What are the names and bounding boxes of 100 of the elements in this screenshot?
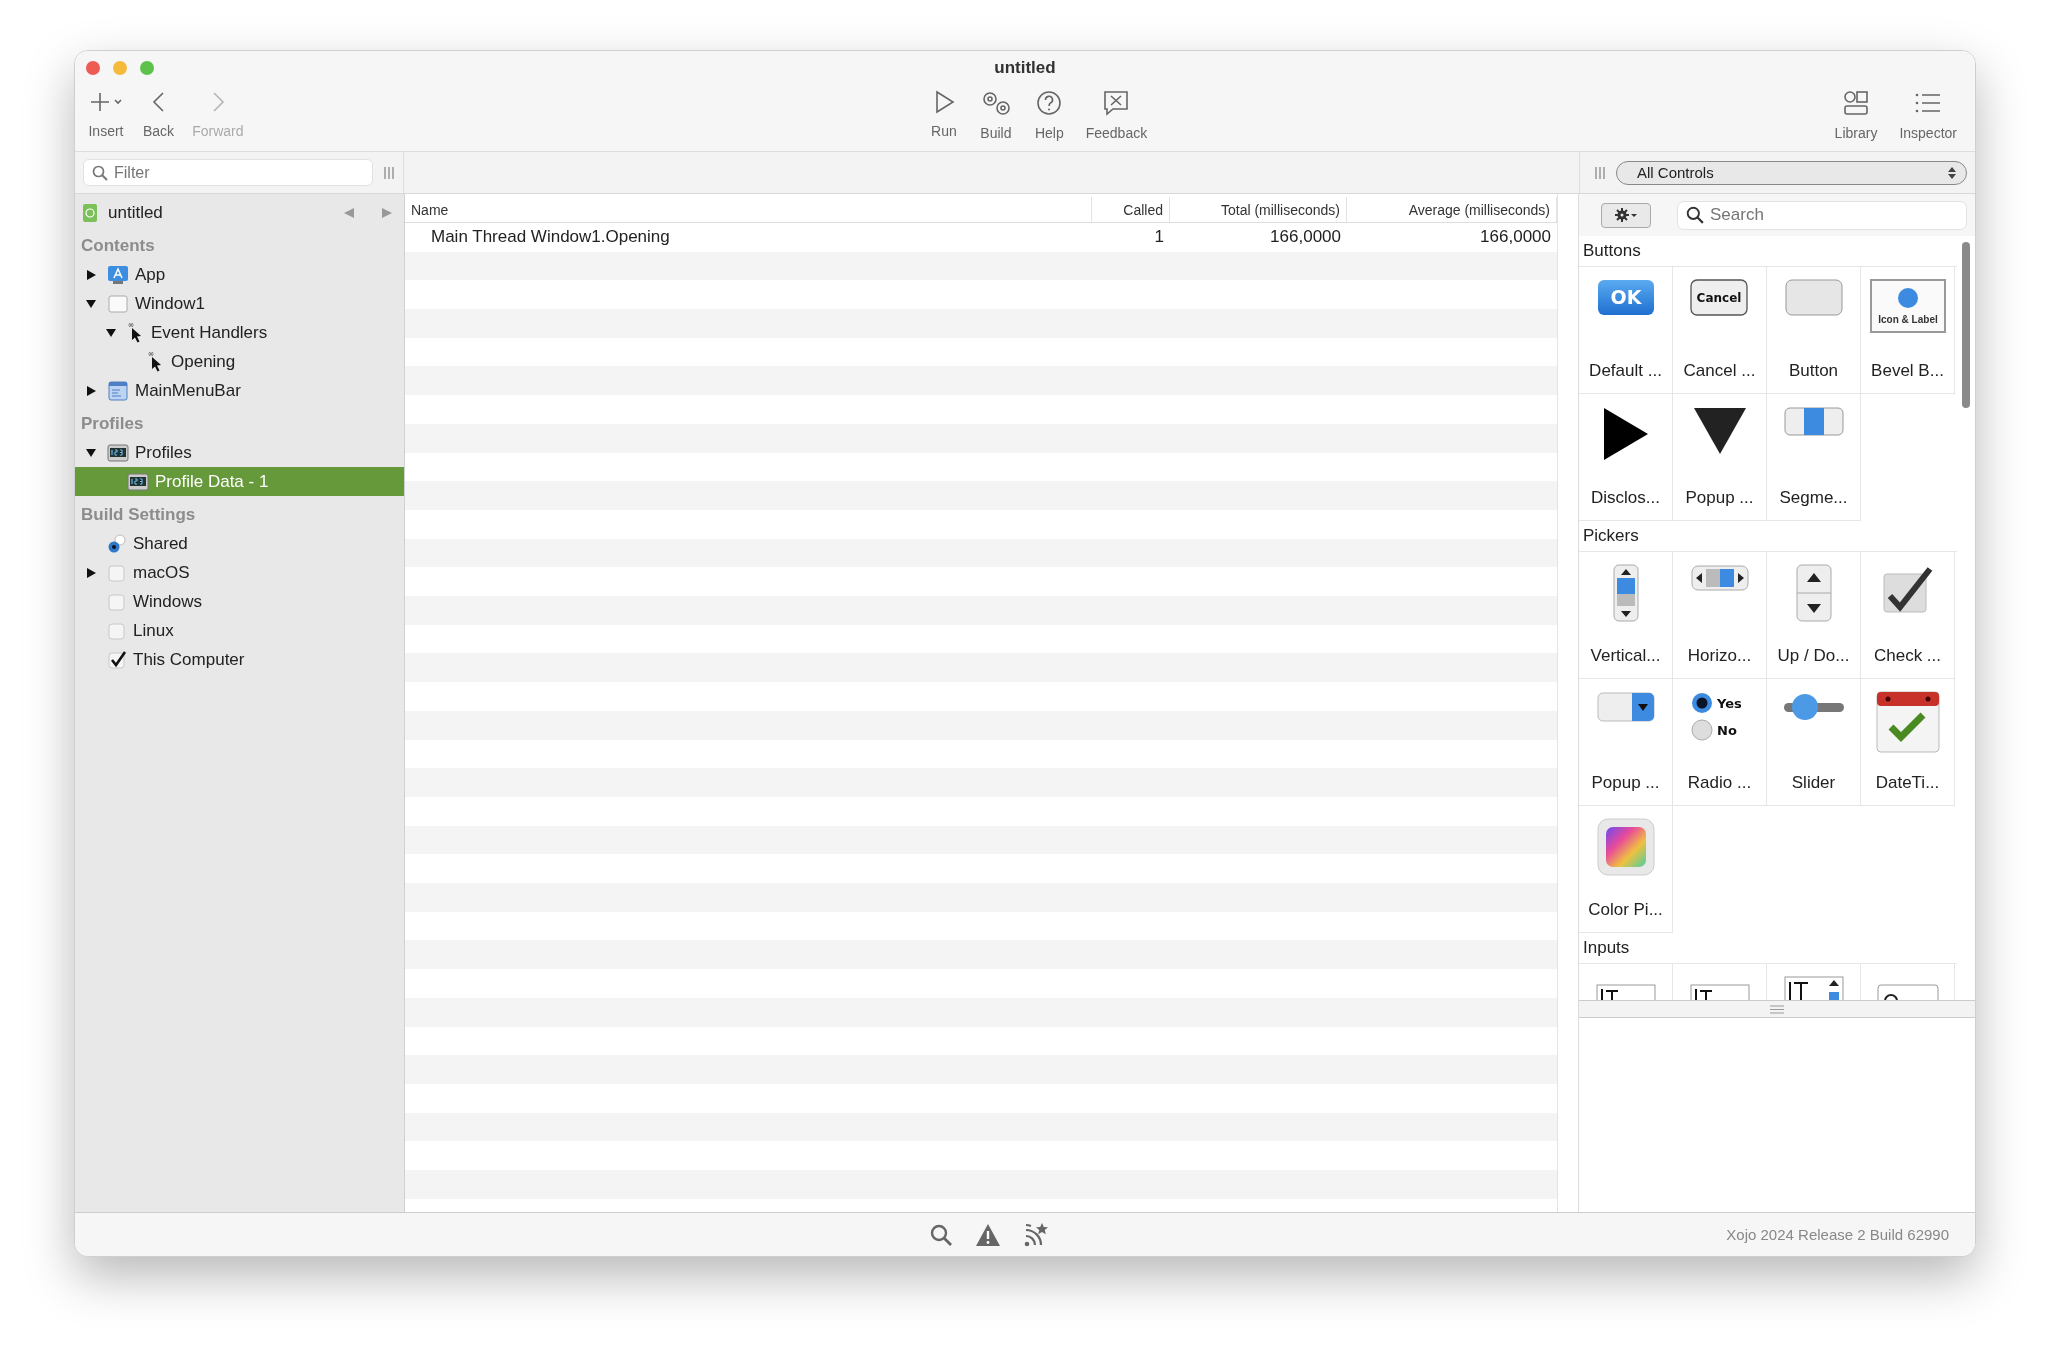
vertical-scrollbar-icon — [1612, 564, 1639, 622]
slider-icon — [1782, 691, 1845, 723]
tree-item[interactable]: macOS — [75, 558, 404, 587]
library-item[interactable]: Slider — [1767, 679, 1861, 806]
tree-item[interactable]: MainMenuBar — [75, 376, 404, 405]
library-item[interactable]: Cancel Cancel ... — [1673, 267, 1767, 394]
ok-button-icon: OK — [1596, 279, 1655, 317]
disclosure-triangle[interactable] — [85, 384, 97, 397]
split-view-icon[interactable] — [383, 165, 395, 180]
checkbox[interactable] — [107, 562, 127, 583]
group-heading: Inputs — [1579, 933, 1957, 964]
filter-input[interactable]: Filter — [114, 163, 364, 182]
library-item[interactable]: Disclos... — [1579, 394, 1673, 521]
search-icon — [92, 164, 108, 181]
toolbar-button[interactable]: Build — [974, 89, 1017, 141]
tree-item[interactable]: Window1 — [75, 289, 404, 318]
resize-handle[interactable] — [1770, 1004, 1784, 1014]
category-dropdown[interactable]: All Controls — [1616, 160, 1967, 185]
tree-item[interactable]: Profiles — [75, 438, 404, 467]
checkbox[interactable] — [107, 591, 127, 612]
segmented-control-icon — [1783, 406, 1844, 438]
toolbar-button[interactable]: Inspector — [1895, 89, 1961, 141]
help-icon — [1035, 89, 1064, 117]
disclosure-triangle[interactable] — [85, 566, 97, 579]
column-header[interactable]: Called — [1092, 197, 1170, 222]
table-cell-text: 166,0000 — [1479, 226, 1552, 249]
column-header[interactable]: Average (milliseconds) — [1347, 197, 1557, 222]
search-field[interactable]: Search — [1677, 200, 1967, 230]
disclosure-triangle[interactable] — [85, 268, 97, 281]
cancel-button-icon: Cancel — [1689, 279, 1750, 317]
group-heading: Pickers — [1579, 521, 1957, 552]
toolbar-button[interactable]: Insert — [83, 89, 129, 139]
library-item[interactable]: Horizo... — [1673, 552, 1767, 679]
checkbox-icon — [1881, 564, 1934, 614]
project-icon — [82, 202, 98, 223]
button-icon — [1784, 279, 1843, 317]
library-item[interactable]: Popup ... — [1579, 679, 1673, 806]
column-header[interactable]: Name — [405, 197, 1092, 222]
toolbar-button[interactable]: Library — [1830, 89, 1882, 141]
library-item[interactable]: Yes No Radio ... — [1673, 679, 1767, 806]
feed-star-icon[interactable] — [1023, 1221, 1049, 1248]
library-item[interactable]: OK Default ... — [1579, 267, 1673, 394]
disclosure-triangle[interactable] — [105, 326, 117, 339]
stepper-icon — [1795, 564, 1832, 622]
horizontal-scrollbar-icon — [1690, 564, 1749, 592]
color-picker-icon — [1596, 818, 1655, 876]
tree-item[interactable]: App — [75, 260, 404, 289]
table-cell-text: 1 — [1153, 226, 1165, 249]
library-item[interactable]: DateTi... — [1861, 679, 1955, 806]
profile-icon — [127, 471, 149, 492]
tree-item[interactable]: Linux — [75, 616, 404, 645]
search-icon — [1686, 206, 1704, 224]
library-item[interactable]: Popup ... — [1673, 394, 1767, 521]
library-item[interactable]: Color Pi... — [1579, 806, 1673, 933]
gear-menu-button[interactable] — [1601, 202, 1651, 228]
library-item[interactable]: Button — [1767, 267, 1861, 394]
section-heading: Profiles — [80, 412, 145, 435]
gear-icon — [1615, 208, 1637, 222]
disclosure-triangle[interactable] — [85, 297, 97, 310]
menubar-icon — [107, 380, 129, 401]
next-icon[interactable] — [380, 205, 394, 220]
bevel-button-icon: Icon & Label — [1869, 279, 1946, 333]
split-view-icon[interactable] — [1594, 165, 1606, 180]
checkbox[interactable] — [107, 620, 127, 641]
toolbar-button[interactable]: Run — [926, 89, 961, 141]
tree-item[interactable]: Windows — [75, 587, 404, 616]
section-heading: Build Settings — [80, 503, 197, 526]
warning-icon[interactable] — [975, 1222, 1001, 1247]
checkbox[interactable] — [107, 649, 127, 670]
tree-item[interactable]: Opening — [75, 347, 404, 376]
version-text: Xojo 2024 Release 2 Build 62990 — [1726, 1226, 1949, 1243]
column-header[interactable]: Total (milliseconds) — [1170, 197, 1347, 222]
tree-item[interactable]: This Computer — [75, 645, 404, 674]
toolbar-button[interactable]: Help — [1030, 89, 1068, 141]
library-item[interactable]: Icon & Label Bevel B... — [1861, 267, 1955, 394]
tree-item[interactable]: Shared — [75, 529, 404, 558]
library-item[interactable]: Check ... — [1861, 552, 1955, 679]
minimize-button[interactable] — [113, 61, 127, 75]
disclosure-triangle[interactable] — [85, 446, 97, 459]
library-item[interactable]: Segme... — [1767, 394, 1861, 521]
tree-item[interactable]: Event Handlers — [75, 318, 404, 347]
toolbar-button[interactable]: Feedback — [1081, 89, 1152, 141]
toolbar-button[interactable]: Back — [139, 89, 179, 139]
filter-field[interactable]: Filter — [83, 159, 373, 186]
zoom-button[interactable] — [140, 61, 154, 75]
triangle-down-icon — [1691, 406, 1748, 456]
app-icon — [107, 264, 129, 285]
table-cell-text: 166,0000 — [1269, 226, 1342, 249]
library-item[interactable]: Vertical... — [1579, 552, 1673, 679]
scrollbar-thumb[interactable] — [1962, 242, 1970, 408]
close-button[interactable] — [86, 61, 100, 75]
search-icon[interactable] — [929, 1222, 953, 1247]
calendar-icon — [1875, 691, 1940, 755]
popup-menu-icon — [1596, 691, 1655, 723]
shared-icon — [107, 533, 127, 554]
previous-icon[interactable] — [342, 205, 356, 220]
stepper-arrows-icon — [1948, 166, 1956, 179]
window-icon — [107, 293, 129, 314]
window-title: untitled — [994, 58, 1056, 78]
library-item[interactable]: Up / Do... — [1767, 552, 1861, 679]
